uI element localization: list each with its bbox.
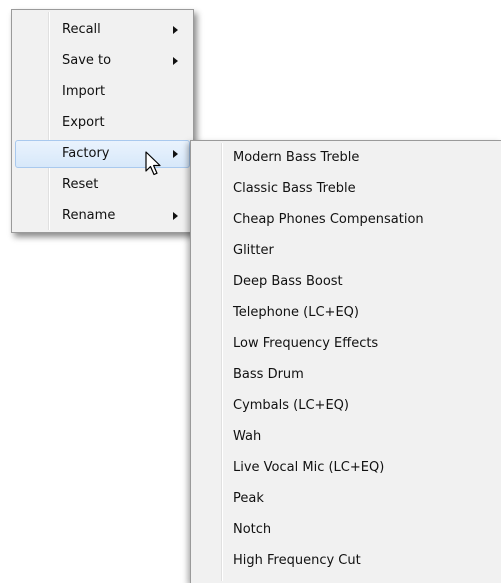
- menu-item-label: Import: [62, 84, 106, 99]
- submenu-item-label: Telephone (LC+EQ): [233, 305, 359, 320]
- submenu-item-label: Glitter: [233, 243, 274, 258]
- submenu-item-label: High Frequency Cut: [233, 553, 361, 568]
- submenu-item-peak[interactable]: Peak: [194, 483, 498, 514]
- chevron-right-icon: [173, 150, 178, 158]
- submenu-item-low-frequency-effects[interactable]: Low Frequency Effects: [194, 328, 498, 359]
- menu-item-recall[interactable]: Recall: [15, 16, 190, 44]
- submenu-item-label: Deep Bass Boost: [233, 274, 343, 289]
- submenu-item-label: Classic Bass Treble: [233, 181, 356, 196]
- submenu-item-deep-bass-boost[interactable]: Deep Bass Boost: [194, 266, 498, 297]
- menu-item-label: Export: [62, 115, 105, 130]
- submenu-item-modern-bass-treble[interactable]: Modern Bass Treble: [194, 142, 498, 173]
- submenu-item-wah[interactable]: Wah: [194, 421, 498, 452]
- submenu-item-notch[interactable]: Notch: [194, 514, 498, 545]
- submenu-item-label: Modern Bass Treble: [233, 150, 360, 165]
- submenu-item-bass-drum[interactable]: Bass Drum: [194, 359, 498, 390]
- submenu-item-cheap-phones-compensation[interactable]: Cheap Phones Compensation: [194, 204, 498, 235]
- submenu-item-high-frequency-cut[interactable]: High Frequency Cut: [194, 545, 498, 576]
- submenu-item-label: Cymbals (LC+EQ): [233, 398, 349, 413]
- menu-item-label: Save to: [62, 53, 112, 68]
- submenu-item-label: Low Frequency Effects: [233, 336, 379, 351]
- context-menu: Recall Save to Import Export Factory Res…: [11, 9, 194, 233]
- submenu-item-label: Wah: [233, 429, 262, 444]
- submenu-item-live-vocal-mic[interactable]: Live Vocal Mic (LC+EQ): [194, 452, 498, 483]
- chevron-right-icon: [173, 212, 178, 220]
- chevron-right-icon: [173, 26, 178, 34]
- submenu-item-label: Bass Drum: [233, 367, 304, 382]
- menu-item-import[interactable]: Import: [15, 78, 190, 106]
- submenu-item-cymbals[interactable]: Cymbals (LC+EQ): [194, 390, 498, 421]
- submenu-item-classic-bass-treble[interactable]: Classic Bass Treble: [194, 173, 498, 204]
- submenu-item-label: Cheap Phones Compensation: [233, 212, 424, 227]
- submenu-item-telephone[interactable]: Telephone (LC+EQ): [194, 297, 498, 328]
- menu-item-rename[interactable]: Rename: [15, 202, 190, 230]
- mouse-pointer-icon: [145, 151, 161, 176]
- submenu-item-glitter[interactable]: Glitter: [194, 235, 498, 266]
- menu-item-save-to[interactable]: Save to: [15, 47, 190, 75]
- submenu-item-label: Peak: [233, 491, 264, 506]
- menu-item-label: Factory: [62, 146, 110, 161]
- factory-submenu: Modern Bass Treble Classic Bass Treble C…: [190, 140, 501, 583]
- menu-item-label: Recall: [62, 22, 101, 37]
- submenu-item-label: Live Vocal Mic (LC+EQ): [233, 460, 385, 475]
- menu-item-label: Rename: [62, 208, 116, 223]
- menu-item-export[interactable]: Export: [15, 109, 190, 137]
- submenu-item-label: Notch: [233, 522, 272, 537]
- menu-item-label: Reset: [62, 177, 99, 192]
- chevron-right-icon: [173, 57, 178, 65]
